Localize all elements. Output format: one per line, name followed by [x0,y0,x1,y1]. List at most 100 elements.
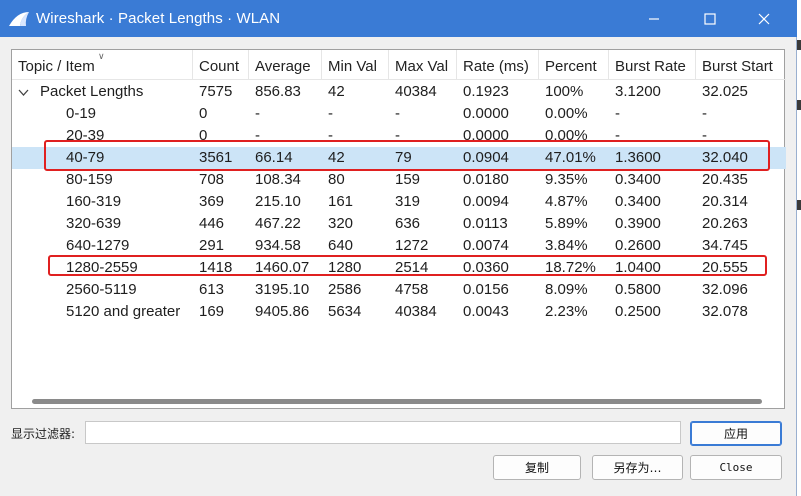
rate-cell: 0.0156 [463,281,509,298]
display-filter-label: 显示过滤器: [11,427,76,441]
burst-start-cell: - [702,105,707,122]
rate-cell: 0.0094 [463,193,509,210]
burst-rate-cell: 0.2500 [615,303,661,320]
burst-start-cell: 34.745 [702,237,748,254]
topic-cell: 160-319 [66,193,122,210]
percent-cell: 4.87% [545,193,588,210]
average-cell: 9405.86 [255,303,310,320]
highlight-box-1280-2559 [48,255,767,276]
average-cell: 215.10 [255,193,301,210]
average-cell: 108.34 [255,171,301,188]
max-val-cell: 4758 [395,281,429,298]
count-cell: 446 [199,215,225,232]
average-cell: - [255,105,260,122]
count-cell: 169 [199,303,225,320]
table-row[interactable]: 320-639 446 467.22 320 636 0.0113 5.89% 0.3900 2… [12,213,786,235]
table-row[interactable]: 5120 and greater 169 9405.86 5634 40384 0.004… [12,301,786,323]
min-val-cell: 320 [328,215,354,232]
column-header-count[interactable]: Count [193,50,249,80]
table-row[interactable]: 160-319 369 215.10 161 319 0.0094 4.87% 0.3400 2… [12,191,786,213]
maximize-icon[interactable] [688,0,732,37]
burst-start-cell: 20.263 [702,215,748,232]
average-cell: 856.83 [255,83,301,100]
burst-start-cell: 20.435 [702,171,748,188]
count-cell: 708 [199,171,225,188]
max-val-cell: 40384 [395,303,437,320]
column-header-min-val[interactable]: Min Val [322,50,389,80]
close-button[interactable]: Close [690,455,782,480]
stats-tree-table[interactable]: Topic / Item ∨ Count Average Min Val Max… [11,49,786,409]
max-val-cell: 40384 [395,83,437,100]
count-cell: 291 [199,237,225,254]
highlight-box-40-79 [44,140,770,171]
column-header-max-val[interactable]: Max Val [389,50,457,80]
desktop-mark [797,100,801,110]
packet-lengths-window: Wireshark · Packet Lengths · WLAN Topic … [0,0,797,496]
table-row[interactable]: 80-159 708 108.34 80 159 0.0180 9.35% 0.3400 20.… [12,169,786,191]
percent-cell: 100% [545,83,584,100]
burst-rate-cell: - [615,105,620,122]
average-cell: 3195.10 [255,281,310,298]
table-row[interactable]: 0-19 0 - - - 0.0000 0.00% - - [12,103,786,125]
topic-cell: 5120 and greater [66,303,181,320]
rate-cell: 0.0000 [463,105,509,122]
table-row[interactable]: 640-1279 291 934.58 640 1272 0.0074 3.84% 0.260… [12,235,786,257]
min-val-cell: 80 [328,171,345,188]
count-cell: 7575 [199,83,233,100]
percent-cell: 5.89% [545,215,588,232]
burst-start-cell: 32.096 [702,281,748,298]
percent-cell: 0.00% [545,105,588,122]
column-header-burst-rate[interactable]: Burst Rate [609,50,696,80]
close-icon[interactable] [742,0,786,37]
desktop-mark [797,200,801,210]
rate-cell: 0.0074 [463,237,509,254]
rate-cell: 0.0180 [463,171,509,188]
title-bar[interactable]: Wireshark · Packet Lengths · WLAN [0,0,797,37]
average-cell: 467.22 [255,215,301,232]
burst-rate-cell: 0.2600 [615,237,661,254]
copy-button[interactable]: 复制 [493,455,581,480]
burst-rate-cell: 0.3900 [615,215,661,232]
max-val-cell: - [395,105,400,122]
topic-cell: 2560-5119 [66,281,137,298]
burst-start-cell: 20.314 [702,193,748,210]
min-val-cell: - [328,105,333,122]
max-val-cell: 159 [395,171,421,188]
topic-cell: 640-1279 [66,237,130,254]
percent-cell: 2.23% [545,303,588,320]
count-cell: 369 [199,193,225,210]
minimize-icon[interactable] [632,0,676,37]
rate-cell: 0.1923 [463,83,509,100]
percent-cell: 3.84% [545,237,588,254]
min-val-cell: 42 [328,83,345,100]
apply-button[interactable]: 应用 [690,421,782,446]
column-header-rate[interactable]: Rate (ms) [457,50,539,80]
topic-cell: 0-19 [66,105,97,122]
wireshark-fin-icon [8,10,30,28]
burst-start-cell: 32.078 [702,303,748,320]
table-header: Topic / Item ∨ Count Average Min Val Max… [12,50,786,80]
sort-caret-icon: ∨ [98,51,105,61]
chevron-down-icon[interactable] [17,84,29,100]
horizontal-scrollbar[interactable] [32,399,762,404]
table-row[interactable]: Packet Lengths 7575 856.83 42 40384 0.1923 100… [12,81,786,103]
topic-cell: Packet Lengths [40,83,144,100]
burst-rate-cell: 0.3400 [615,193,661,210]
save-as-button[interactable]: 另存为… [592,455,683,480]
desktop-mark [797,40,801,50]
max-val-cell: 319 [395,193,421,210]
burst-rate-cell: 0.5800 [615,281,661,298]
min-val-cell: 5634 [328,303,362,320]
desktop-background-strip [797,0,801,496]
column-header-average[interactable]: Average [249,50,322,80]
rate-cell: 0.0043 [463,303,509,320]
max-val-cell: 1272 [395,237,429,254]
min-val-cell: 2586 [328,281,362,298]
column-header-burst-start[interactable]: Burst Start [696,50,786,80]
table-row[interactable]: 2560-5119 613 3195.10 2586 4758 0.0156 8.09% 0.… [12,279,786,301]
display-filter-input[interactable] [85,421,681,444]
burst-start-cell: 32.025 [702,83,748,100]
average-cell: 934.58 [255,237,301,254]
count-cell: 0 [199,105,208,122]
column-header-percent[interactable]: Percent [539,50,609,80]
